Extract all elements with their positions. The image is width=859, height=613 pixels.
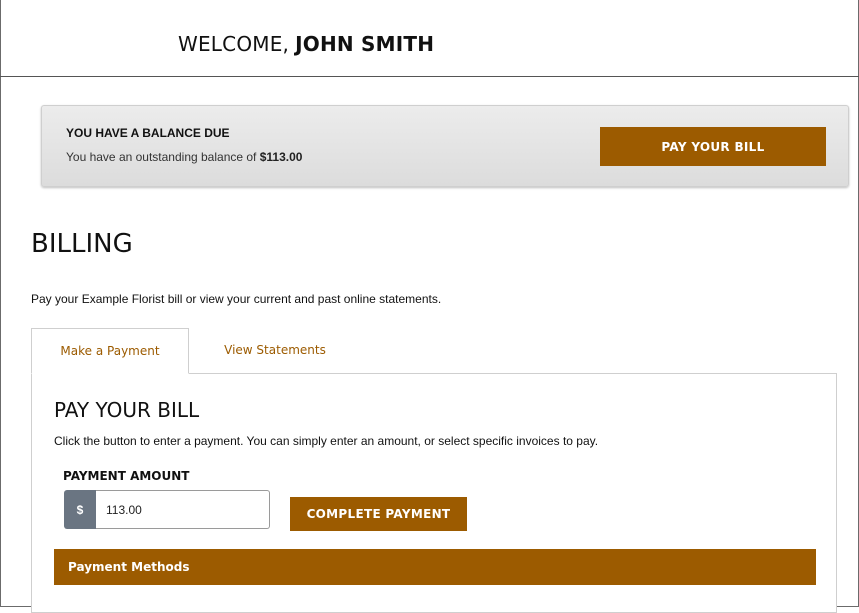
welcome-message: WELCOME, JOHN SMITH — [178, 32, 434, 56]
welcome-label: WELCOME, — [178, 32, 290, 56]
page-title: BILLING — [31, 229, 133, 259]
payment-amount-group: $ — [64, 490, 270, 529]
page-header: WELCOME, JOHN SMITH — [0, 0, 859, 77]
tab-view-statements[interactable]: View Statements — [190, 328, 360, 372]
billing-description: Pay your Example Florist bill or view yo… — [31, 292, 442, 306]
payment-amount-input[interactable] — [96, 490, 270, 529]
pay-your-bill-title: PAY YOUR BILL — [54, 398, 200, 422]
balance-due-title: YOU HAVE A BALANCE DUE — [66, 126, 230, 140]
balance-amount: $113.00 — [259, 150, 303, 164]
complete-payment-button[interactable]: COMPLETE PAYMENT — [290, 497, 467, 531]
pay-your-bill-button[interactable]: PAY YOUR BILL — [600, 127, 826, 166]
payment-instructions: Click the button to enter a payment. You… — [54, 434, 599, 448]
balance-due-text: You have an outstanding balance of $113.… — [66, 150, 302, 164]
user-name: JOHN SMITH — [295, 32, 435, 56]
payment-panel: PAY YOUR BILL Click the button to enter … — [31, 373, 837, 613]
payment-amount-label: PAYMENT AMOUNT — [63, 469, 190, 483]
currency-addon: $ — [64, 490, 96, 529]
balance-due-notice: YOU HAVE A BALANCE DUE You have an outst… — [41, 105, 849, 187]
balance-text-prefix: You have an outstanding balance of — [66, 150, 257, 164]
tab-make-a-payment[interactable]: Make a Payment — [31, 328, 189, 374]
payment-methods-header[interactable]: Payment Methods — [54, 549, 816, 585]
